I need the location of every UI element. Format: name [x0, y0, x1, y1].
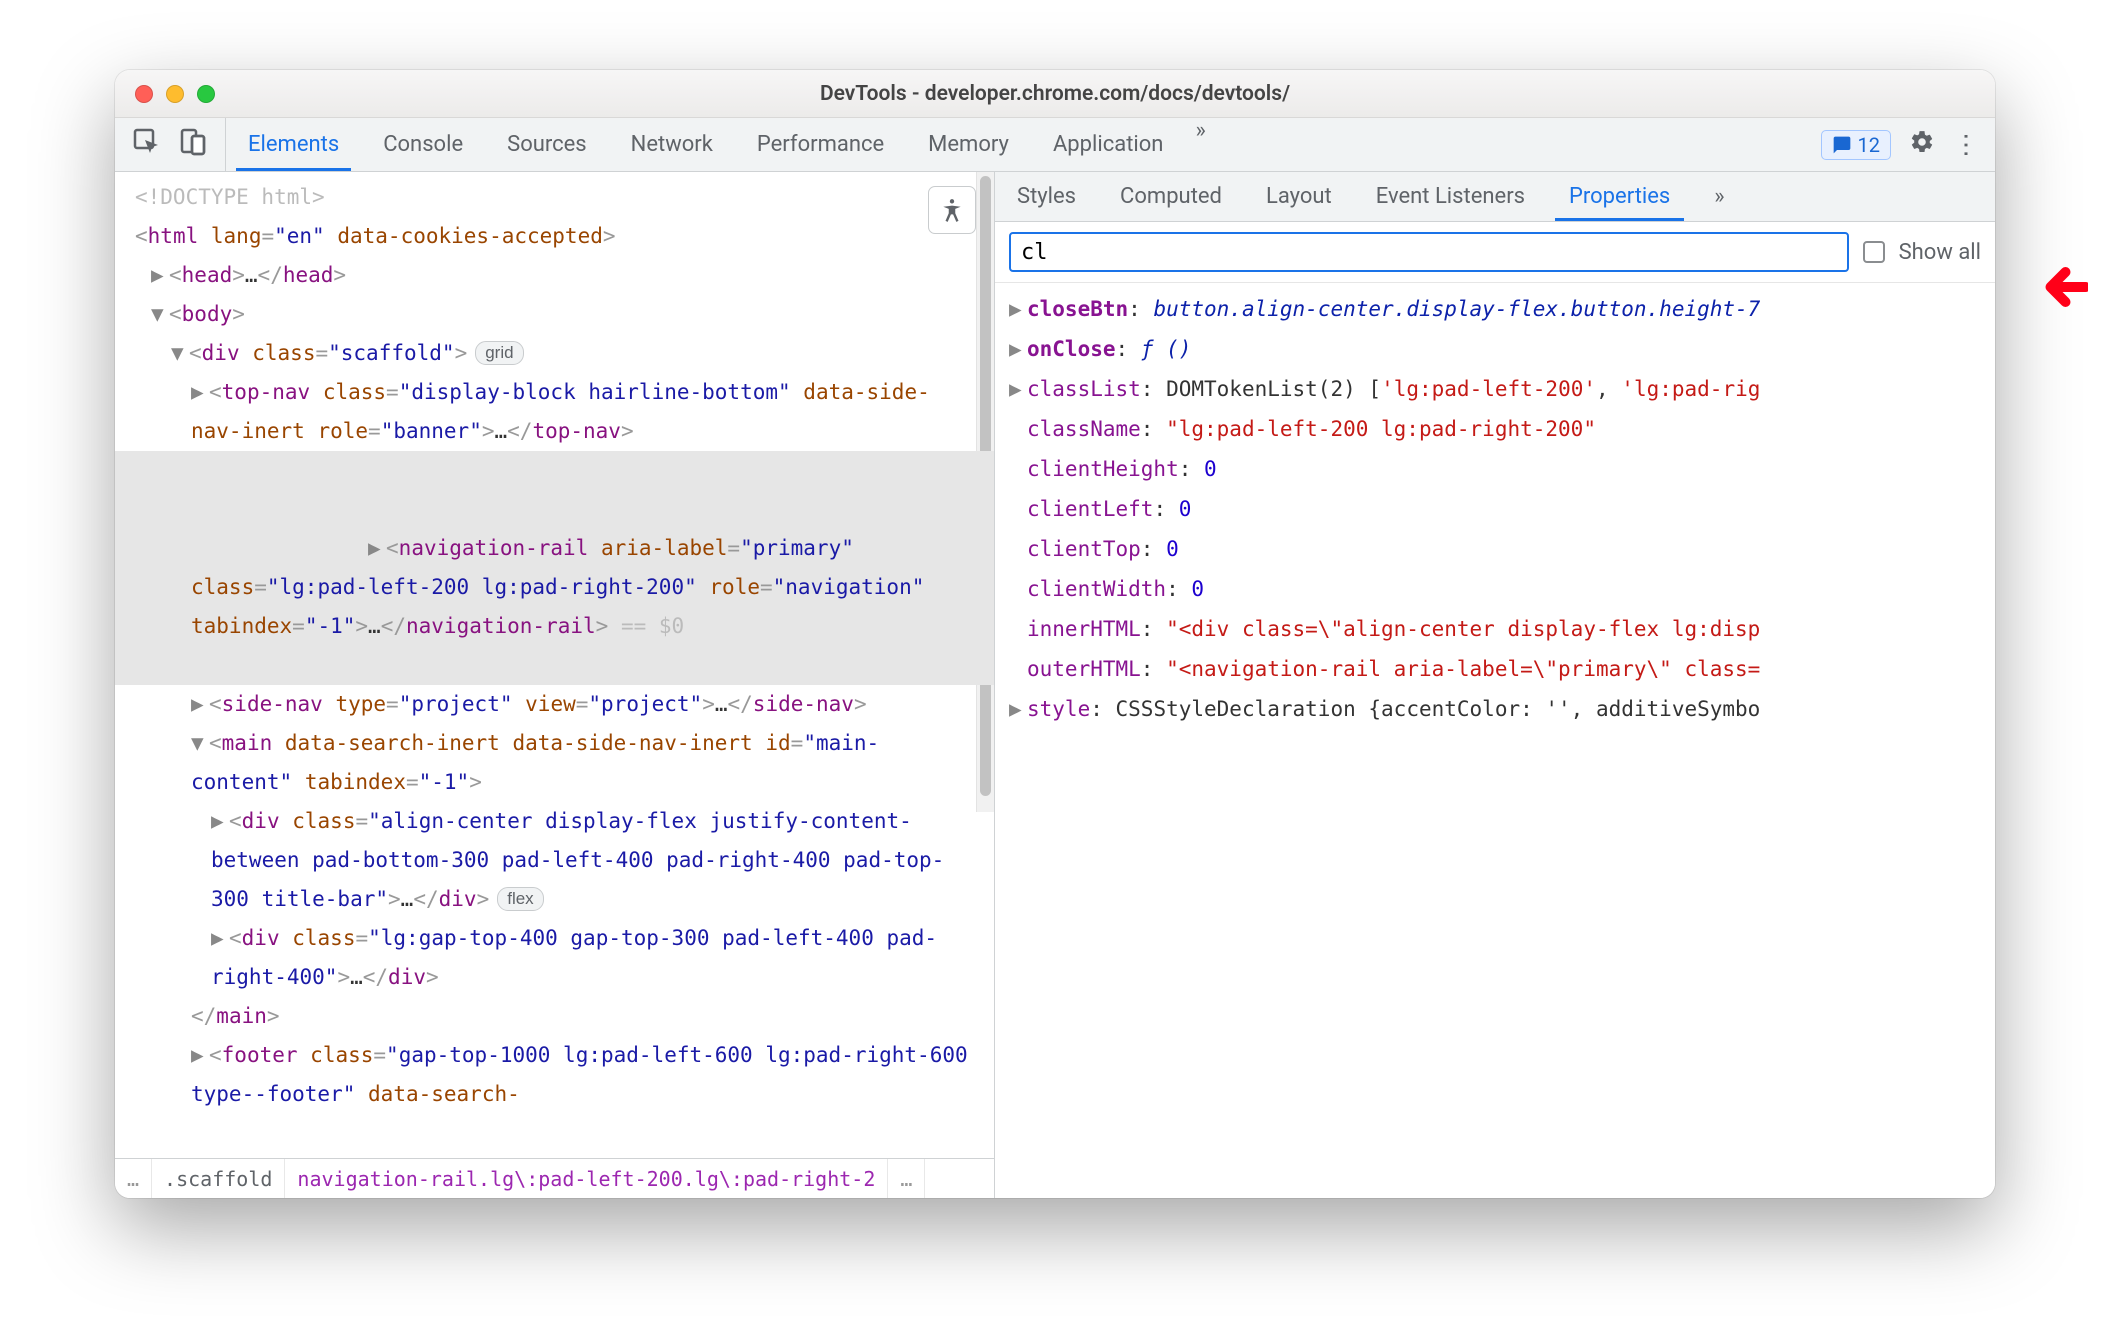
properties-filter-input[interactable]	[1009, 232, 1849, 272]
devtools-window: DevTools - developer.chrome.com/docs/dev…	[115, 70, 1995, 1198]
minimize-window-button[interactable]	[166, 85, 184, 103]
tab-layout[interactable]: Layout	[1244, 172, 1354, 221]
device-toolbar-icon[interactable]	[179, 128, 207, 162]
show-all-checkbox[interactable]	[1863, 241, 1885, 263]
elements-panel: <!DOCTYPE html> <html lang="en" data-coo…	[115, 172, 995, 1198]
settings-icon[interactable]	[1909, 129, 1935, 161]
annotation-arrow	[2038, 262, 2088, 312]
tab-computed[interactable]: Computed	[1098, 172, 1244, 221]
traffic-lights	[135, 85, 215, 103]
zoom-window-button[interactable]	[197, 85, 215, 103]
sidebar-tabs-overflow[interactable]: »	[1692, 172, 1746, 221]
breadcrumb-overflow-left[interactable]: …	[115, 1159, 152, 1198]
breadcrumb-navigation-rail[interactable]: navigation-rail.lg\:pad-left-200.lg\:pad…	[285, 1159, 888, 1198]
breadcrumb[interactable]: … .scaffold navigation-rail.lg\:pad-left…	[115, 1158, 994, 1198]
tabs-overflow[interactable]: »	[1185, 118, 1215, 171]
sidebar-panel: Styles Computed Layout Event Listeners P…	[995, 172, 1995, 1198]
issues-button[interactable]: 12	[1821, 130, 1891, 160]
main-toolbar: Elements Console Sources Network Perform…	[115, 118, 1995, 172]
accessibility-icon[interactable]	[928, 186, 976, 234]
tab-event-listeners[interactable]: Event Listeners	[1354, 172, 1547, 221]
tab-memory[interactable]: Memory	[906, 118, 1031, 171]
breadcrumb-overflow-right[interactable]: …	[888, 1159, 925, 1198]
inspect-element-icon[interactable]	[133, 128, 161, 162]
properties-list[interactable]: ▶closeBtn: button.align-center.display-f…	[995, 283, 1995, 1198]
main-tabs: Elements Console Sources Network Perform…	[226, 118, 1216, 171]
issues-count: 12	[1858, 133, 1880, 157]
tab-console[interactable]: Console	[361, 118, 485, 171]
flex-badge[interactable]: flex	[497, 887, 543, 911]
sidebar-tabs: Styles Computed Layout Event Listeners P…	[995, 172, 1995, 222]
dom-tree[interactable]: <!DOCTYPE html> <html lang="en" data-coo…	[115, 172, 994, 1114]
show-all-label: Show all	[1899, 240, 1981, 265]
more-icon[interactable]: ⋯	[1951, 132, 1981, 158]
tab-sources[interactable]: Sources	[485, 118, 609, 171]
tab-network[interactable]: Network	[609, 118, 735, 171]
titlebar: DevTools - developer.chrome.com/docs/dev…	[115, 70, 1995, 118]
close-window-button[interactable]	[135, 85, 153, 103]
tab-styles[interactable]: Styles	[995, 172, 1098, 221]
grid-badge[interactable]: grid	[475, 341, 523, 365]
tab-application[interactable]: Application	[1031, 118, 1185, 171]
breadcrumb-scaffold[interactable]: .scaffold	[152, 1159, 285, 1198]
tab-elements[interactable]: Elements	[226, 118, 361, 171]
window-title: DevTools - developer.chrome.com/docs/dev…	[115, 82, 1995, 106]
tab-properties[interactable]: Properties	[1547, 172, 1692, 221]
tab-performance[interactable]: Performance	[735, 118, 906, 171]
